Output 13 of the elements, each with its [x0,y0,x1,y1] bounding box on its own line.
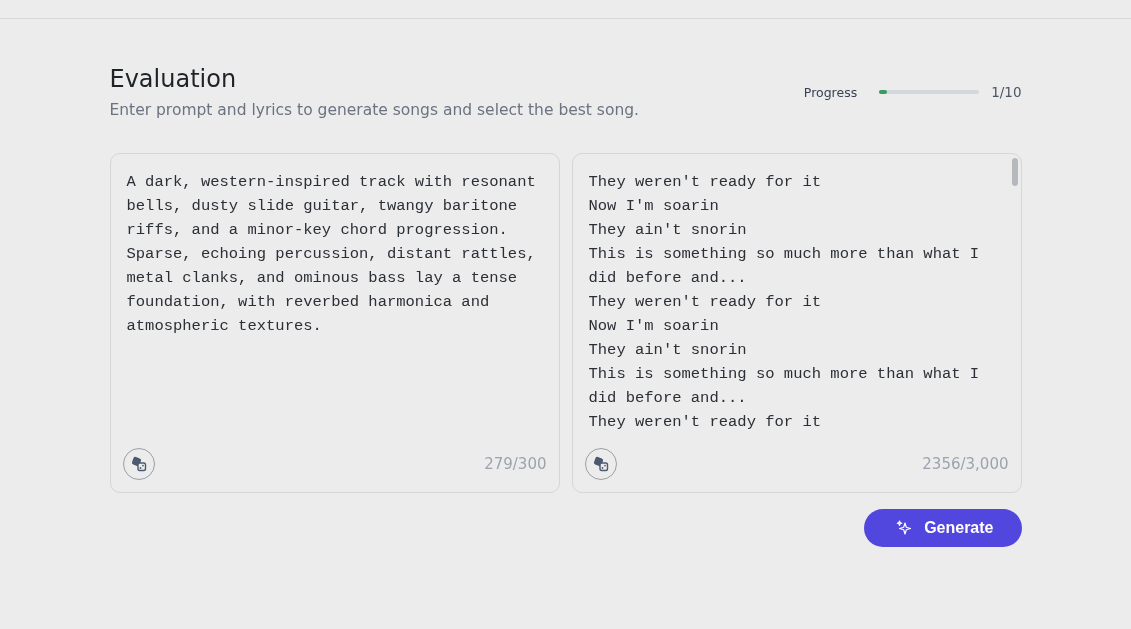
sparkle-icon [896,520,913,536]
dice-icon [592,456,609,472]
page-title: Evaluation [109,65,238,93]
progress-count: 1/10 [991,84,1022,100]
progress-label: Progress [803,84,858,100]
lyrics-field[interactable]: They weren't ready for it Now I'm soarin They ain't snorin This is something so much more than what I did before and... They weren't ready for it Now I'm soarin They ain't snorin This is something so much more than what I did before and... They weren't ready for it 2356/3,000 [571,153,1022,493]
scrollbar-thumb[interactable] [1011,158,1018,186]
generate-button[interactable]: Generate [864,509,1022,547]
dice-icon [130,456,147,472]
character-count: 2356/3,000 [922,455,1009,473]
page-subtitle: Enter prompt and lyrics to generate songs and select the best song. [109,101,639,119]
prompt-field[interactable]: A dark, western-inspired track with resonant bells, dusty slide guitar, twangy baritone riffs, and a minor-key chord progression. Sparse, echoing percussion, distant rattles, metal clanks, and ominous bass lay a tense foundation, with reverbed harmonica and atmospheric textures. 279/300 [109,153,560,493]
character-count: 279/300 [484,455,547,473]
